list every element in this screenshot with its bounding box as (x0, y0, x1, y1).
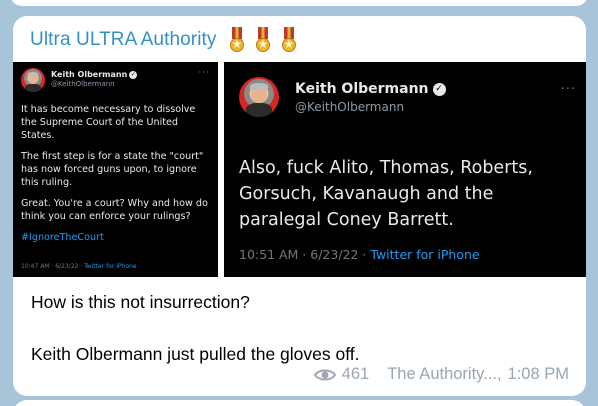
tweet-source-app: Twitter for iPhone (84, 263, 137, 270)
message-time: 1:08 PM (507, 365, 569, 383)
tweet-source-app: Twitter for iPhone (370, 247, 480, 262)
tweet-author-handle: @KeithOlbermann (295, 100, 405, 114)
tweet-paragraph: Great. You're a court? Why and how do th… (21, 198, 208, 222)
verified-badge-icon: ✓ (129, 70, 138, 79)
tweet-author-handle: @KeithOlbermann (51, 80, 115, 88)
tweet-screenshot-2[interactable]: Keith Olbermann ✓ @KeithOlbermann ··· Als… (224, 62, 586, 277)
avatar (21, 68, 45, 92)
message-footer: 461 The Authority..., 1:08 PM (313, 365, 569, 384)
medal-icon (279, 27, 299, 53)
message-line (31, 315, 571, 341)
channel-badges (227, 27, 299, 53)
verified-badge-icon: ✓ (432, 82, 446, 96)
tweet-timestamp: 10:51 AM · 6/23/22 · Twitter for iPhone (239, 247, 480, 262)
author-signature: The Authority..., (387, 365, 502, 383)
avatar (239, 77, 279, 117)
tweet-hashtag: #IgnoreTheCourt (21, 232, 104, 243)
tweet-author-name: Keith Olbermann ✓ (295, 81, 446, 97)
tweet-text: Also, fuck Alito, Thomas, Roberts, Gorsu… (239, 158, 533, 230)
previous-message-bubble (10, 0, 588, 6)
view-count: 461 (341, 365, 370, 383)
tweet-paragraph: The first step is for a state the "court… (21, 151, 204, 188)
eye-icon (313, 368, 336, 382)
message-line: Keith Olbermann just pulled the gloves o… (31, 344, 360, 364)
tweet-text: It has become necessary to dissolve the … (21, 103, 214, 252)
next-message-bubble (13, 400, 586, 406)
tweet-paragraph: It has become necessary to dissolve the … (21, 104, 196, 141)
medal-icon (227, 27, 247, 53)
tweet-screenshot-1[interactable]: Keith Olbermann ✓ @KeithOlbermann ··· It … (13, 62, 218, 277)
post-header: Ultra ULTRA Authority (30, 26, 299, 54)
channel-name[interactable]: Ultra ULTRA Authority (30, 29, 217, 51)
tweet-timestamp: 10:47 AM · 6/23/22 · Twitter for iPhone (21, 263, 137, 270)
previous-message-edge (0, 0, 598, 14)
message-text: How is this not insurrection? Keith Olbe… (31, 289, 571, 367)
medal-icon (253, 27, 273, 53)
more-options-icon: ··· (198, 68, 210, 78)
message-line: How is this not insurrection? (31, 292, 250, 312)
channel-post-bubble[interactable]: Ultra ULTRA Authority Keith Olbermann✓ @… (13, 16, 586, 396)
tweet-author-name: Keith Olbermann ✓ (51, 70, 138, 79)
more-options-icon: ··· (560, 82, 576, 97)
